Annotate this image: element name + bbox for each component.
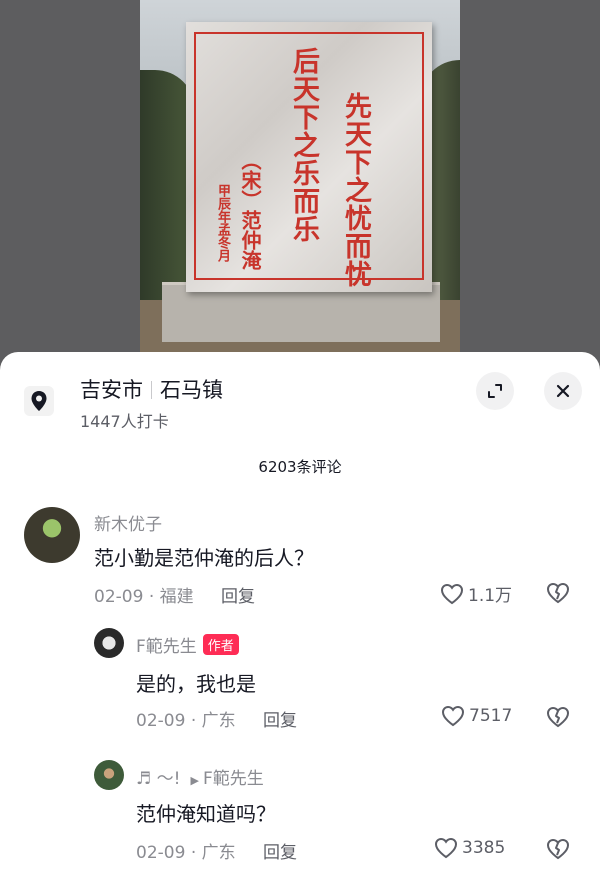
close-icon: [556, 384, 570, 398]
inscription-date: 甲辰年孟冬月: [215, 184, 230, 262]
reply-item: ♬ ～! ▶ F範先生 范仲淹知道吗？ 02-09 · 广东 回复 3385: [0, 756, 600, 871]
reply-region: 广东: [201, 843, 236, 863]
expand-icon: [488, 384, 502, 398]
map-pin-icon: [24, 386, 54, 416]
reply-meta: 02-09 · 广东 回复: [136, 843, 298, 863]
reply-username[interactable]: ♬ ～! ▶ F範先生: [136, 764, 264, 789]
like-button[interactable]: 1.1万: [440, 581, 512, 606]
reply-text: 是的，我也是: [136, 672, 256, 696]
reply-arrow-icon: ▶: [190, 774, 199, 787]
close-button[interactable]: [544, 372, 582, 410]
dislike-button[interactable]: [546, 582, 570, 608]
location-city: 吉安市: [80, 378, 143, 402]
inscription-line-1: 先天下之忧而忧: [340, 92, 371, 288]
reply-meta: 02-09 · 广东 回复: [136, 711, 298, 731]
expand-button[interactable]: [476, 372, 514, 410]
heart-icon: [440, 583, 464, 604]
comment-sheet: 吉安市 石马镇 1447人打卡 6203条评论 新木优子 范小勤是范仲淹的后人？ …: [0, 352, 600, 884]
reply-text: 范仲淹知道吗？: [136, 802, 276, 826]
reply-button[interactable]: 回复: [263, 711, 297, 731]
heart-icon: [441, 705, 465, 727]
comment-date: 02-09: [94, 587, 144, 607]
reply-username-text: ♬ ～!: [136, 769, 181, 789]
inscription-line-2: 后天下之乐而乐: [288, 47, 319, 243]
avatar[interactable]: [94, 760, 124, 790]
broken-heart-icon: [546, 706, 570, 728]
inscription-author: （宋）范仲淹: [238, 150, 262, 270]
reply-username-text: F範先生: [136, 637, 197, 657]
avatar[interactable]: [94, 628, 124, 658]
reply-button[interactable]: 回复: [221, 587, 255, 607]
dislike-button[interactable]: [546, 838, 570, 864]
comment-username[interactable]: 新木优子: [94, 510, 162, 535]
reply-date: 02-09: [136, 711, 186, 731]
comment-meta: 02-09 · 福建 回复: [94, 587, 256, 607]
comment-count: 6203条评论: [258, 458, 342, 476]
heart-icon: [434, 837, 458, 859]
broken-heart-icon: [546, 582, 570, 604]
stele-photo[interactable]: 先天下之忧而忧 后天下之乐而乐 （宋）范仲淹 甲辰年孟冬月: [140, 0, 460, 380]
avatar[interactable]: [24, 507, 80, 563]
like-button[interactable]: 3385: [434, 837, 505, 859]
reply-date: 02-09: [136, 843, 186, 863]
like-count: 3385: [462, 838, 506, 858]
dislike-button[interactable]: [546, 706, 570, 732]
like-button[interactable]: 7517: [441, 705, 512, 727]
location-divider: [151, 381, 152, 399]
like-count: 1.1万: [468, 586, 513, 606]
comment-text: 范小勤是范仲淹的后人？: [94, 546, 314, 570]
reply-button[interactable]: 回复: [263, 843, 297, 863]
stone-stele: 先天下之忧而忧 后天下之乐而乐 （宋）范仲淹 甲辰年孟冬月: [186, 22, 432, 292]
location-title[interactable]: 吉安市 石马镇: [80, 374, 223, 404]
reply-item: F範先生 作者 是的，我也是 02-09 · 广东 回复 7517: [0, 624, 600, 734]
broken-heart-icon: [546, 838, 570, 860]
post-photo-area: 先天下之忧而忧 后天下之乐而乐 （宋）范仲淹 甲辰年孟冬月: [0, 0, 600, 380]
author-badge: 作者: [202, 634, 239, 655]
reply-target-user[interactable]: F範先生: [203, 769, 264, 789]
like-count: 7517: [469, 706, 513, 726]
location-town: 石马镇: [160, 378, 223, 402]
comment-item: 新木优子 范小勤是范仲淹的后人？ 02-09 · 福建 回复 1.1万: [0, 502, 600, 612]
reply-username[interactable]: F範先生 作者: [136, 632, 239, 657]
checkin-count: 1447人打卡: [80, 412, 169, 431]
location-header[interactable]: 吉安市 石马镇 1447人打卡: [0, 352, 600, 442]
comment-region: 福建: [159, 587, 194, 607]
reply-region: 广东: [201, 711, 236, 731]
